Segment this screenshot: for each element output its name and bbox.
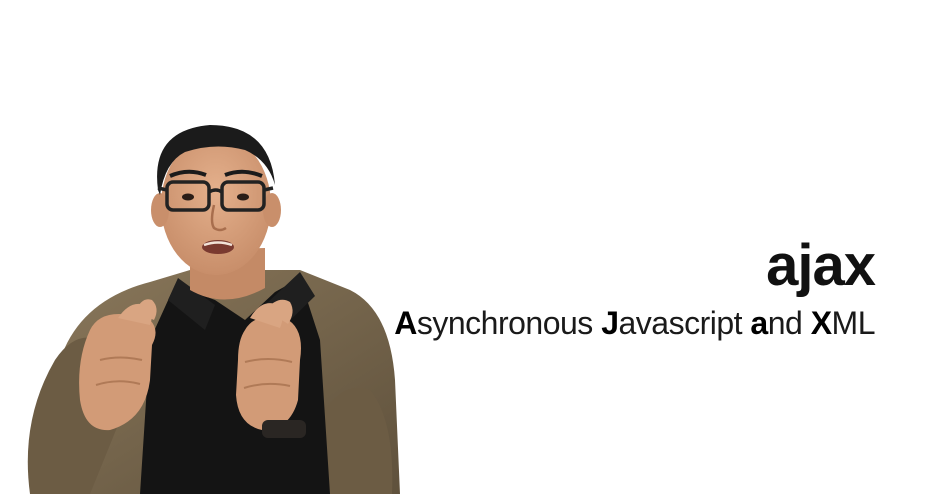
subtitle-part: a [750, 305, 768, 341]
subtitle-part: X [810, 305, 832, 341]
subtitle-part: avascript [618, 305, 751, 341]
subtitle-part: A [394, 305, 417, 341]
slide-title: ajax [766, 233, 876, 298]
subtitle-part: synchronous [416, 305, 602, 341]
slide-subtitle: Asynchronous Javascript and XML [315, 304, 875, 342]
video-frame: ajax Asynchronous Javascript and XML [0, 0, 927, 494]
subtitle-part: J [601, 305, 619, 341]
subtitle-part: nd [767, 305, 811, 341]
slide-text: ajax Asynchronous Javascript and XML [315, 233, 876, 342]
subtitle-part: ML [831, 305, 876, 341]
wristwatch [262, 420, 306, 438]
